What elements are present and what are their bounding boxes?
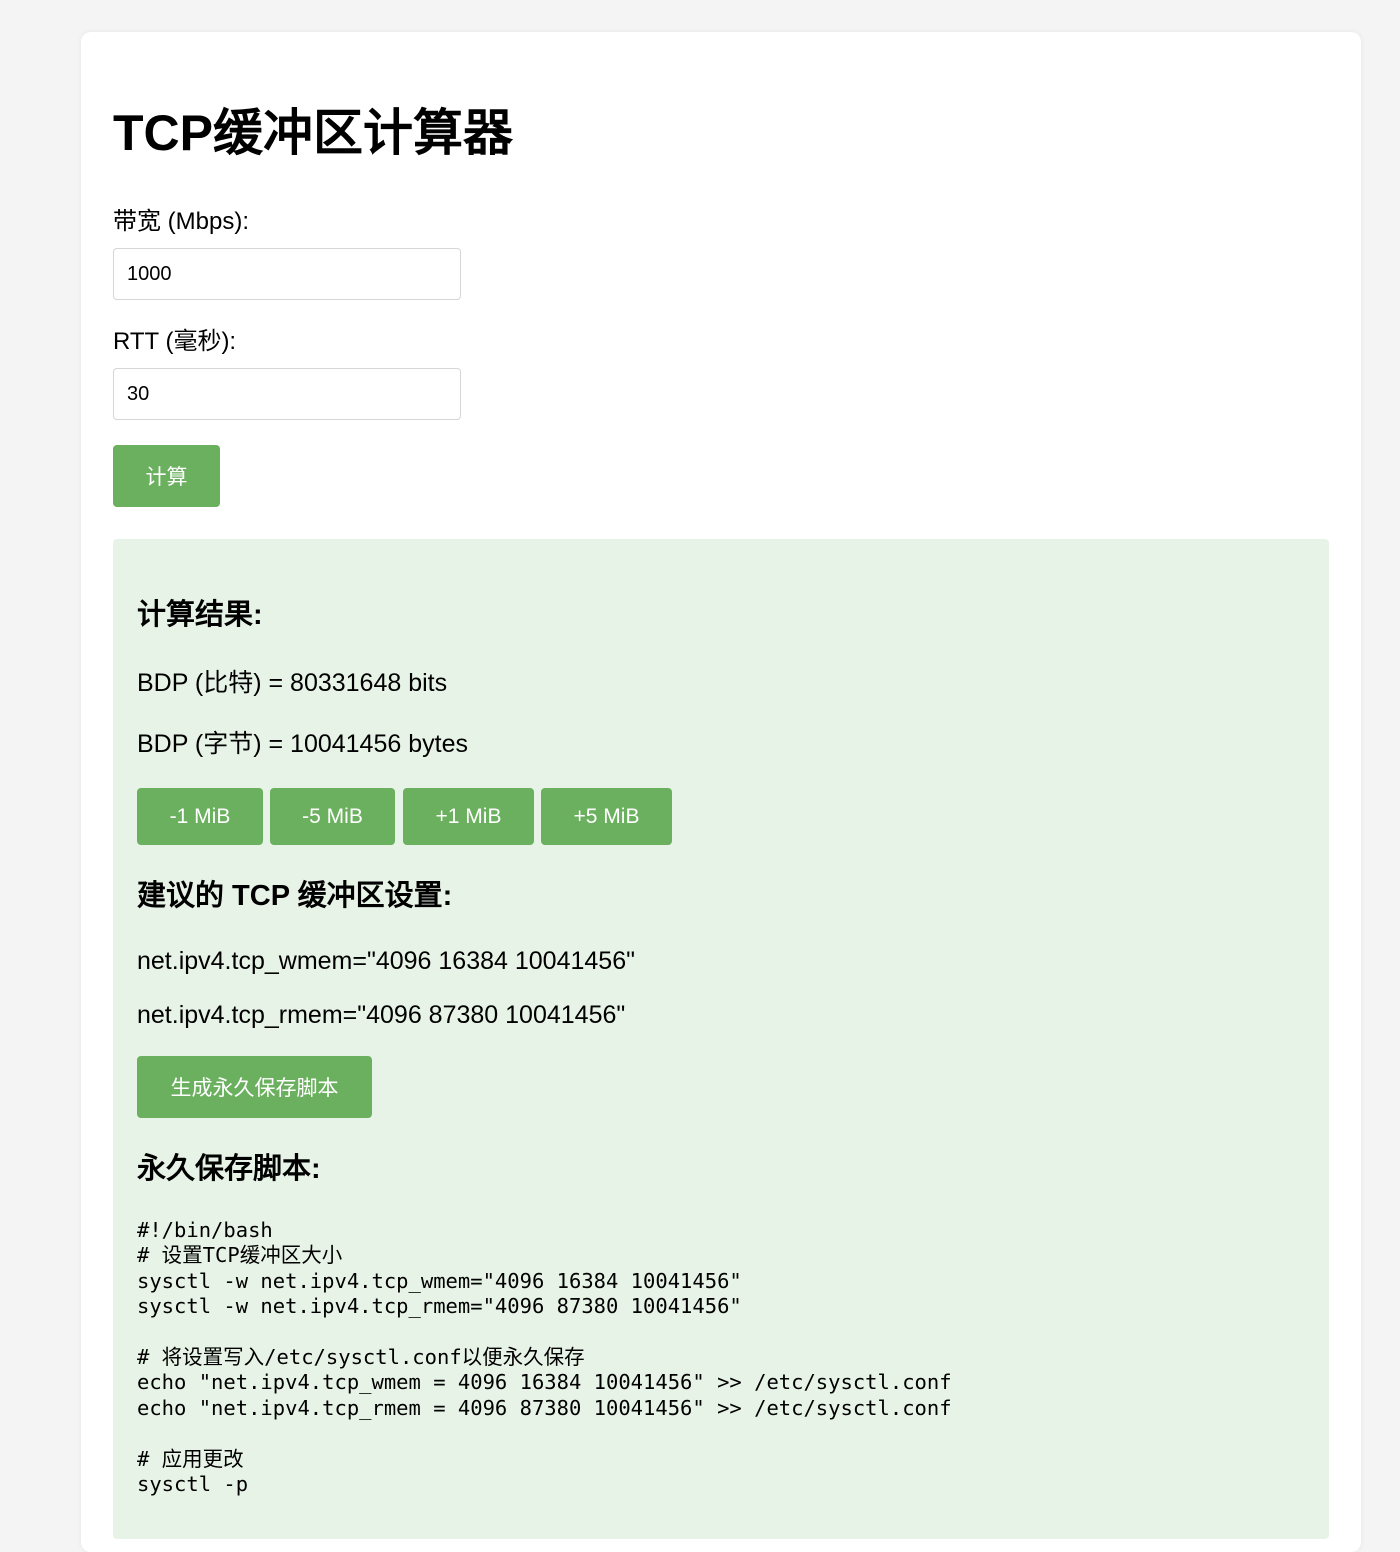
calculate-button[interactable]: 计算	[113, 445, 220, 507]
generate-script-button[interactable]: 生成永久保存脚本	[137, 1056, 372, 1118]
bdp-bytes-value: BDP (字节) = 10041456 bytes	[137, 730, 468, 758]
tcp-rmem-setting: net.ipv4.tcp_rmem="4096 87380 10041456"	[137, 1001, 626, 1029]
plus-5-mib-button[interactable]: +5 MiB	[541, 788, 672, 845]
rtt-label: RTT (毫秒):	[113, 328, 237, 355]
persist-script-code: #!/bin/bash # 设置TCP缓冲区大小 sysctl -w net.i…	[137, 1218, 952, 1497]
bandwidth-input[interactable]	[113, 248, 461, 300]
minus-1-mib-button[interactable]: -1 MiB	[137, 788, 263, 845]
tcp-wmem-setting: net.ipv4.tcp_wmem="4096 16384 10041456"	[137, 947, 635, 975]
minus-5-mib-button[interactable]: -5 MiB	[270, 788, 395, 845]
bandwidth-label: 带宽 (Mbps):	[113, 208, 250, 235]
plus-1-mib-button[interactable]: +1 MiB	[403, 788, 534, 845]
results-heading: 计算结果:	[137, 599, 263, 631]
script-heading: 永久保存脚本:	[137, 1153, 321, 1185]
page-title: TCP缓冲区计算器	[113, 105, 513, 161]
rtt-input[interactable]	[113, 368, 461, 420]
suggested-settings-heading: 建议的 TCP 缓冲区设置:	[137, 880, 453, 912]
bdp-bits-value: BDP (比特) = 80331648 bits	[137, 669, 448, 697]
